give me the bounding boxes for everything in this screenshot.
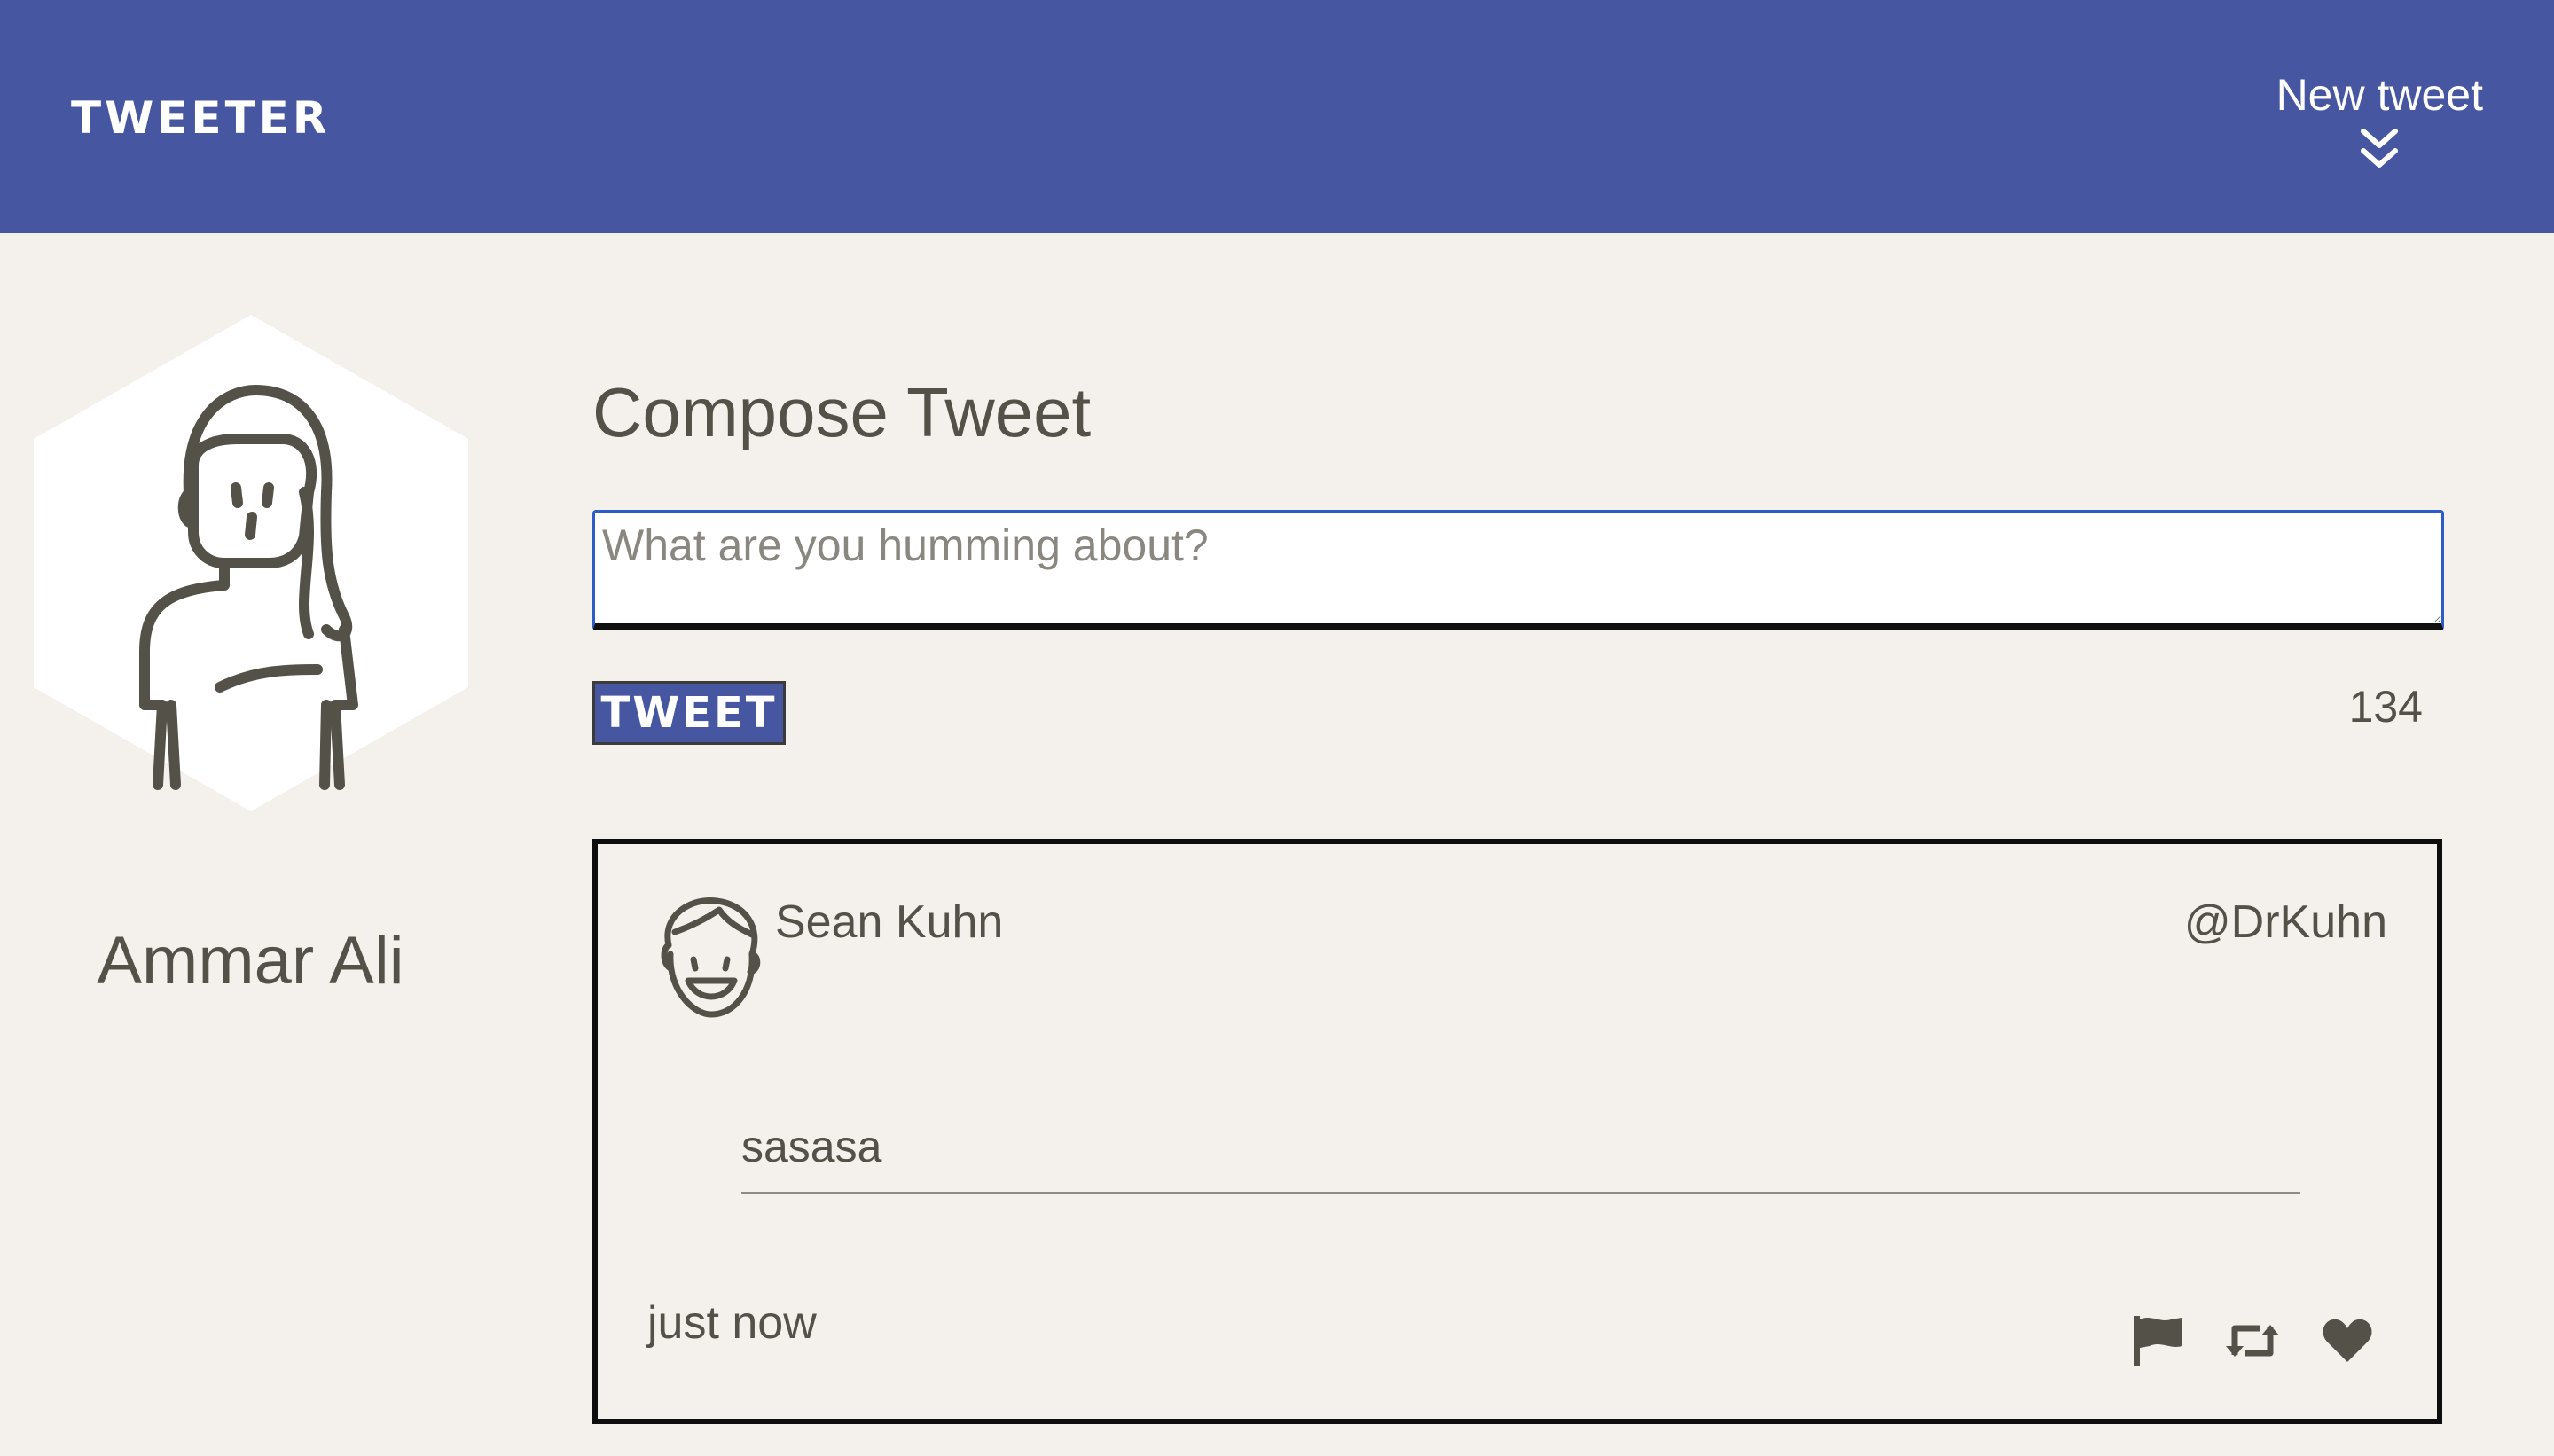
tweet-timestamp: just now <box>647 1297 817 1349</box>
brand-logo[interactable]: TWEETER <box>71 92 330 144</box>
new-tweet-label[interactable]: New tweet <box>2276 69 2483 121</box>
smiling-man-avatar-icon <box>661 896 761 1018</box>
tweet-author-handle: @DrKuhn <box>2183 896 2387 948</box>
new-tweet-toggle[interactable]: New tweet <box>2276 69 2483 172</box>
tweet-actions <box>2132 1314 2373 1372</box>
tweet-submit-button[interactable]: TWEET <box>592 681 786 745</box>
profile-name: Ammar Ali <box>97 923 404 998</box>
retweet-icon[interactable] <box>2224 1319 2281 1366</box>
tweet-card: Sean Kuhn @DrKuhn sasasa just now <box>592 839 2442 1424</box>
character-counter: 134 <box>2348 682 2423 732</box>
heart-icon[interactable] <box>2322 1318 2373 1368</box>
compose-tweet-input[interactable] <box>592 510 2444 630</box>
top-nav-bar: TWEETER New tweet <box>0 0 2554 233</box>
double-chevron-down-icon[interactable] <box>2358 126 2401 172</box>
tweet-author-name: Sean Kuhn <box>775 896 1004 948</box>
female-avatar-icon <box>34 315 468 811</box>
flag-icon[interactable] <box>2132 1314 2183 1372</box>
compose-title: Compose Tweet <box>592 373 1092 451</box>
tweet-body: sasasa <box>741 1121 2300 1194</box>
